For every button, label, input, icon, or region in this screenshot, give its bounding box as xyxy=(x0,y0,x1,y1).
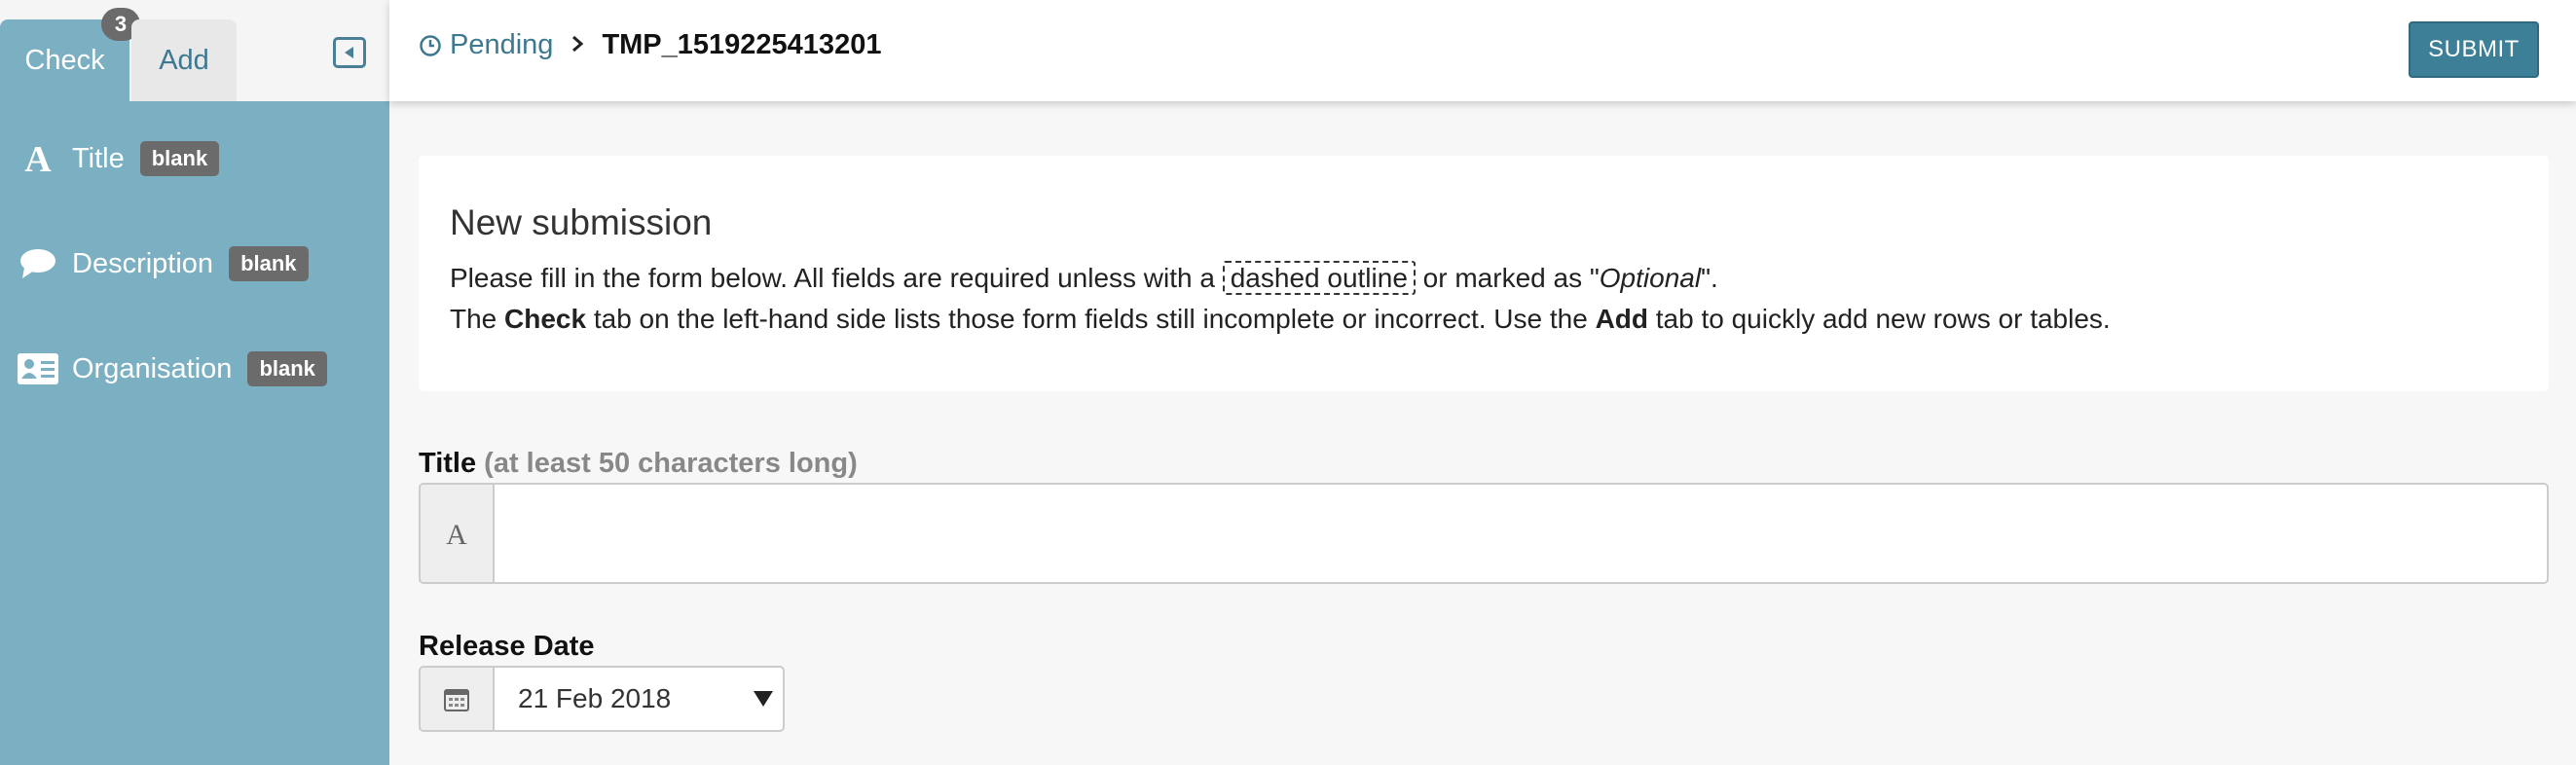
breadcrumb-pending-label: Pending xyxy=(450,29,554,60)
status-badge: blank xyxy=(229,246,309,281)
svg-text:A: A xyxy=(24,141,52,176)
id-card-icon xyxy=(18,348,58,389)
intro-text: The xyxy=(450,304,505,334)
optional-example: Optional xyxy=(1599,263,1702,293)
release-date-value: 21 Feb 2018 xyxy=(518,683,672,713)
intro-text: ". xyxy=(1701,263,1718,293)
breadcrumb-current-id: TMP_1519225413201 xyxy=(602,29,882,60)
title-hint: (at least 50 characters long) xyxy=(484,448,858,479)
release-date-picker[interactable]: 21 Feb 2018 xyxy=(419,666,785,732)
font-a-icon: A xyxy=(18,138,58,179)
add-keyword: Add xyxy=(1595,304,1648,334)
tab-add[interactable]: Add xyxy=(131,19,237,101)
status-badge: blank xyxy=(247,351,327,386)
page-title: New submission xyxy=(450,202,713,242)
clock-icon xyxy=(420,34,441,56)
caret-down-icon[interactable] xyxy=(744,668,783,730)
svg-text:A: A xyxy=(446,519,467,548)
intro-text: tab on the left-hand side lists those fo… xyxy=(586,304,1596,334)
check-item-label: Description xyxy=(72,247,214,279)
release-date-label: Release Date xyxy=(419,631,595,662)
intro-text: tab to quickly add new rows or tables. xyxy=(1648,304,2111,334)
check-item-label: Title xyxy=(72,142,125,174)
sidebar-tabs: Check 3 Add xyxy=(0,0,389,101)
check-item-description[interactable]: Description blank xyxy=(18,243,309,284)
intro-text: or marked as " xyxy=(1415,263,1600,293)
intro-panel: New submission Please fill in the form b… xyxy=(419,156,2549,391)
collapse-sidebar-icon[interactable] xyxy=(333,37,366,68)
chevron-right-icon xyxy=(570,29,584,61)
status-badge: blank xyxy=(139,141,220,176)
tab-check-label: Check xyxy=(24,44,105,76)
intro-line-1: Please fill in the form below. All field… xyxy=(450,261,1718,295)
title-input-group: A xyxy=(419,483,2549,584)
intro-text: Please fill in the form below. All field… xyxy=(450,263,1223,293)
title-input[interactable] xyxy=(495,485,2547,582)
breadcrumb: Pending TMP_1519225413201 xyxy=(419,29,881,61)
check-item-title[interactable]: A Title blank xyxy=(18,138,220,179)
dashed-outline-example: dashed outline xyxy=(1222,261,1416,295)
intro-line-2: The Check tab on the left-hand side list… xyxy=(450,304,2111,335)
check-item-organisation[interactable]: Organisation blank xyxy=(18,348,327,389)
check-item-label: Organisation xyxy=(72,352,233,384)
speech-bubble-icon xyxy=(18,243,58,284)
title-label-text: Title xyxy=(419,448,477,479)
calendar-icon xyxy=(421,668,495,730)
tab-add-label: Add xyxy=(159,44,209,76)
sidebar: Check 3 Add A Title blank Description bl… xyxy=(0,0,389,765)
check-keyword: Check xyxy=(504,304,587,334)
title-field-label: Title (at least 50 characters long) xyxy=(419,448,858,480)
top-header: Pending TMP_1519225413201 SUBMIT xyxy=(389,0,2576,101)
breadcrumb-pending-link[interactable]: Pending xyxy=(419,29,553,61)
font-a-icon: A xyxy=(421,485,495,582)
submit-button[interactable]: SUBMIT xyxy=(2409,21,2539,78)
